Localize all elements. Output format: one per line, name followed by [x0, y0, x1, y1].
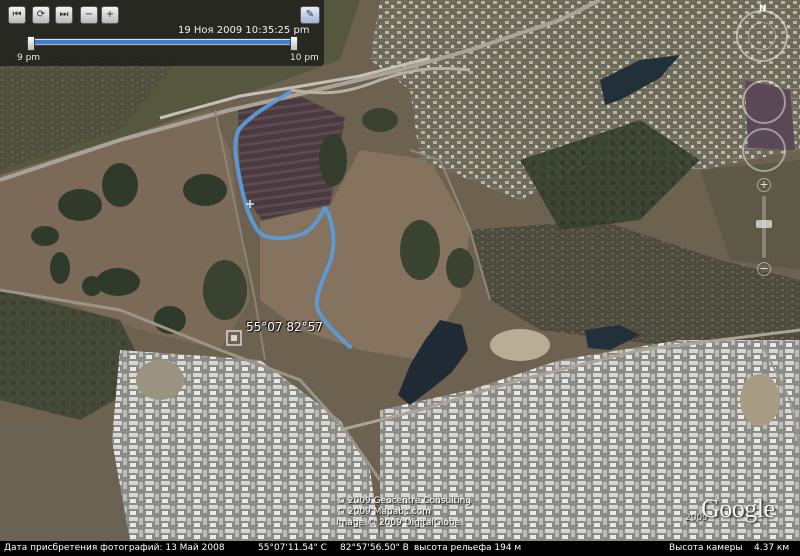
zoom-slider-knob[interactable] — [756, 220, 772, 228]
copyright-line: © 2009 Geocentre Consulting — [336, 496, 472, 506]
zoom-in-icon[interactable]: + — [101, 6, 119, 24]
zoom-minus-button[interactable]: − — [757, 262, 771, 276]
placemark-icon[interactable] — [225, 329, 243, 347]
imagery-date: Дата присбретения фотографий: 13 Май 200… — [4, 543, 225, 553]
wrench-icon[interactable]: ✎ — [300, 6, 320, 24]
zoom-plus-button[interactable]: + — [757, 178, 771, 192]
north-label[interactable]: N — [759, 4, 767, 14]
google-logo: Google — [701, 494, 775, 523]
time-slider-start-handle[interactable] — [27, 36, 35, 51]
range-end-label: 10 pm — [290, 53, 319, 63]
time-slider-range — [33, 40, 293, 44]
range-start-label: 9 pm — [17, 53, 41, 63]
copyright-line: © 2009 Mapabc.com — [336, 507, 431, 517]
look-joystick-icon[interactable] — [742, 80, 786, 124]
zoom-out-icon[interactable]: − — [80, 6, 98, 24]
clock-settings-icon[interactable]: ⟳ — [32, 6, 50, 24]
timestamp: 19 Ноя 2009 10:35:25 pm — [178, 25, 310, 36]
next-icon[interactable]: ⏭ — [55, 6, 73, 24]
copyright-line: Image © 2009 DigitalGlobe — [336, 518, 461, 528]
eye-altitude-value: 4.37 км — [754, 543, 790, 553]
satellite-map[interactable] — [0, 0, 800, 556]
copyright-text: © 2009 Geocentre Consulting © 2009 Mapab… — [336, 496, 471, 529]
first-icon[interactable]: ⏮ — [8, 6, 26, 24]
time-slider-panel: ⏮ ⟳ ⏭ − + ✎ 19 Ноя 2009 10:35:25 pm 9 pm… — [0, 0, 324, 66]
compass-center[interactable] — [748, 22, 776, 50]
eye-altitude-label: Высота камеры — [669, 543, 743, 553]
move-joystick-icon[interactable] — [742, 128, 786, 172]
longitude-readout: 82°57'56.50" В — [340, 543, 409, 553]
status-bar: Дата присбретения фотографий: 13 Май 200… — [0, 541, 800, 556]
elevation-readout: высота рельефа 194 м — [414, 543, 522, 553]
coordinate-label[interactable]: 55°07 82°57 — [246, 320, 323, 334]
time-slider-end-handle[interactable] — [290, 36, 298, 51]
latitude-readout: 55°07'11.54" С — [258, 543, 327, 553]
